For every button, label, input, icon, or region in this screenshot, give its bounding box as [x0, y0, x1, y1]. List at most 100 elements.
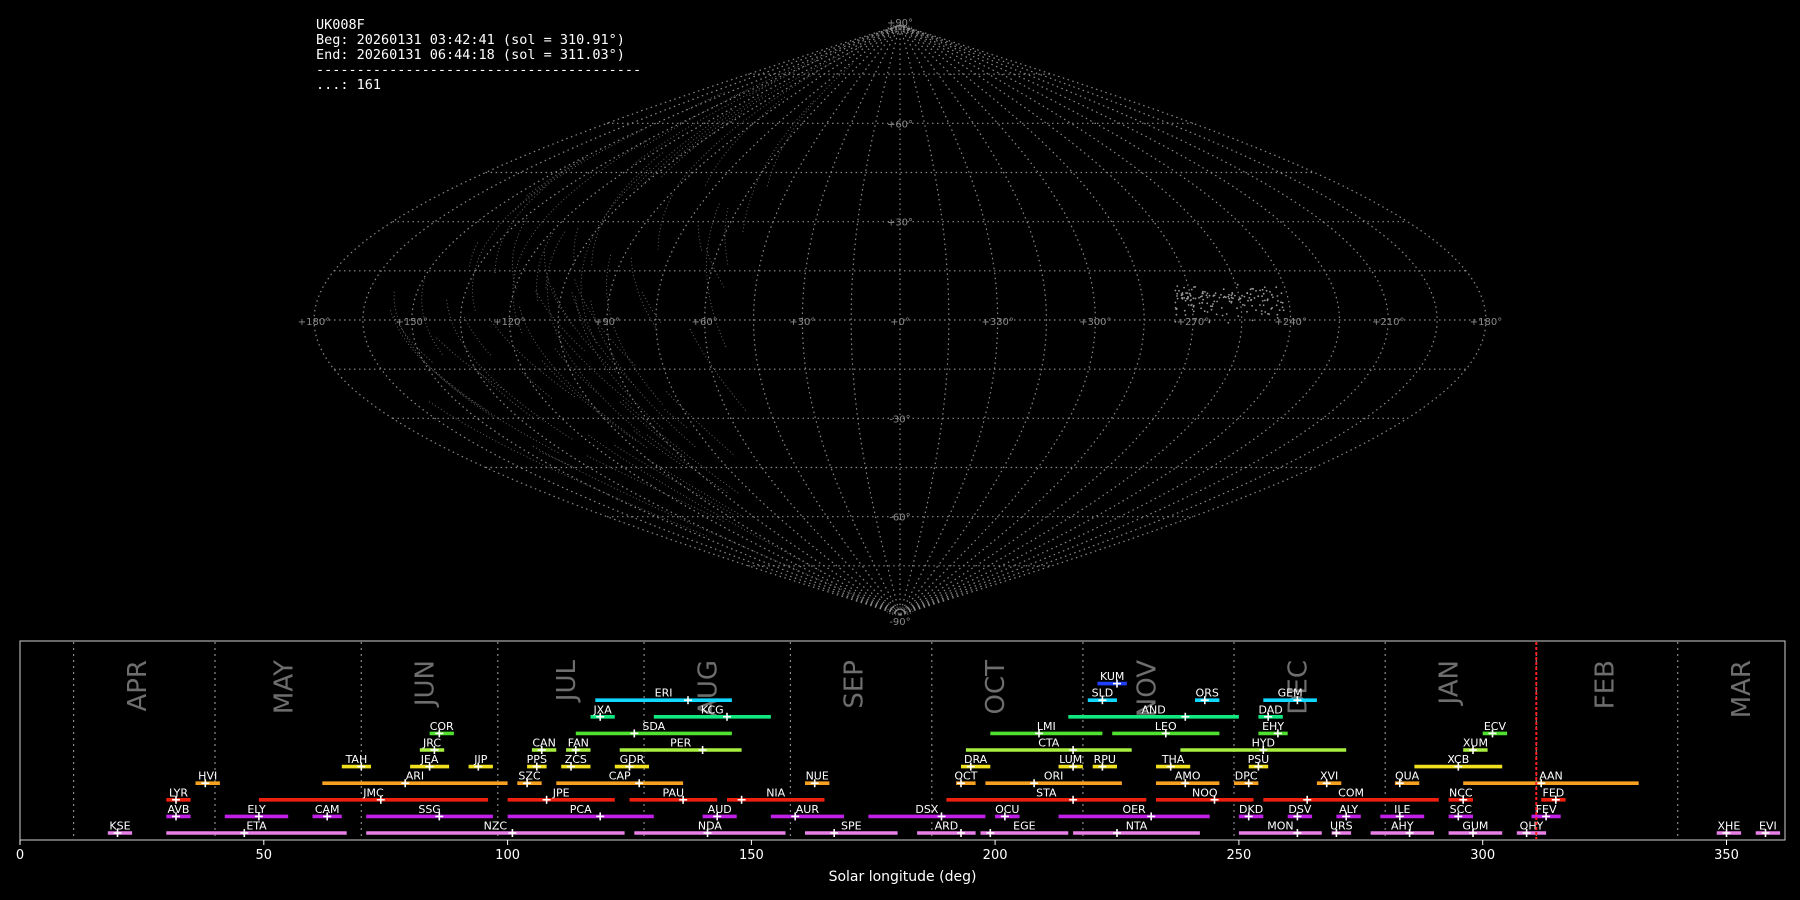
meteor-trace	[536, 232, 554, 303]
meteor-point	[1185, 292, 1187, 294]
longitude-label: +330°	[981, 317, 1013, 328]
meteor-point	[1262, 292, 1265, 295]
meteor-point	[1222, 296, 1225, 299]
meteor-point	[1205, 294, 1208, 297]
meteor-point	[1272, 296, 1274, 299]
shower-code-label: NDA	[698, 820, 723, 833]
shower-qua: QUA	[1394, 770, 1420, 788]
shower-tha: THA	[1156, 753, 1191, 771]
meteor-point	[1183, 297, 1186, 299]
shower-aud: AUD	[702, 803, 737, 821]
shower-code-label: LEO	[1155, 720, 1177, 733]
meteor-point	[1184, 314, 1187, 316]
shower-code-label: XUM	[1463, 737, 1488, 750]
shower-dpc: DPC	[1234, 770, 1259, 788]
shower-code-label: AMO	[1175, 770, 1201, 783]
meteor-point	[1174, 289, 1177, 292]
meteor-point	[1228, 300, 1231, 303]
meteor-point	[1206, 302, 1209, 305]
latitude-label: +90°	[887, 18, 913, 29]
shower-code-label: AND	[1141, 703, 1165, 716]
shower-ely: ELY	[224, 803, 289, 821]
meteor-point	[1198, 296, 1200, 299]
shower-code-label: CTA	[1038, 737, 1060, 750]
meteor-trace	[657, 194, 673, 250]
shower-aly: ALY	[1336, 803, 1361, 821]
meteor-point	[1281, 306, 1284, 309]
month-label: FEB	[1591, 660, 1621, 709]
longitude-label: +90°	[594, 317, 620, 328]
longitude-label: +120°	[493, 317, 525, 328]
shower-code-label: ORS	[1196, 687, 1219, 700]
shower-code-label: NIA	[766, 786, 785, 799]
meteor-trace	[554, 348, 598, 394]
meteor-point	[1277, 300, 1279, 302]
shower-gem: GEM	[1263, 687, 1317, 705]
meteor-point	[1278, 309, 1281, 311]
shower-code-label: XCB	[1447, 753, 1469, 766]
meteor-point	[1275, 304, 1278, 307]
meteor-trace	[471, 158, 585, 314]
shower-ecv: ECV	[1482, 720, 1508, 738]
meteor-trace	[519, 306, 648, 449]
x-axis: 0 50 100 150 200 250 300 350	[16, 840, 1739, 863]
shower-code-label: HVI	[198, 770, 217, 783]
meteor-point	[1216, 300, 1218, 303]
shower-noo: NOO	[1156, 786, 1254, 804]
meteor-trace	[632, 80, 776, 166]
meteor-point	[1211, 305, 1214, 308]
meteor-point	[1192, 305, 1195, 308]
meteor-point	[1266, 298, 1269, 301]
shower-code-label: NUE	[806, 770, 829, 783]
meteor-point	[1192, 310, 1195, 313]
shower-code-label: JIP	[473, 753, 487, 766]
shower-code-label: PCA	[570, 803, 592, 816]
meteor-point	[1230, 300, 1233, 303]
x-tick-label: 100	[495, 848, 520, 863]
meteor-point	[1183, 309, 1186, 312]
shower-gum: GUM	[1448, 820, 1503, 837]
month-label: JAN	[1435, 660, 1465, 706]
shower-code-label: STA	[1036, 786, 1057, 799]
shower-code-label: JEA	[420, 753, 439, 766]
meteor-point	[1213, 300, 1216, 303]
meteor-point	[1218, 296, 1221, 299]
meteor-point	[1241, 294, 1243, 297]
meteor-point	[1202, 292, 1204, 295]
shower-code-label: DKD	[1239, 803, 1263, 816]
meteor-point	[1270, 308, 1273, 310]
shower-can: CAN	[531, 737, 557, 754]
shower-evi: EVI	[1755, 820, 1781, 837]
shower-code-label: DRA	[964, 753, 988, 766]
meteor-trace	[463, 316, 492, 357]
meteor-trace	[539, 451, 578, 470]
shower-dkd: DKD	[1238, 803, 1264, 821]
meteor-trace	[552, 287, 616, 373]
meteor-point	[1281, 301, 1284, 304]
shower-ocu: OCU	[995, 803, 1020, 821]
meteor-point	[1248, 296, 1251, 299]
meteor-point	[1259, 304, 1261, 306]
shower-code-label: ARD	[935, 820, 959, 833]
meteor-point	[1212, 295, 1215, 297]
shower-code-label: URS	[1330, 820, 1353, 833]
shower-code-label: EVI	[1759, 820, 1777, 833]
shower-code-label: ZCS	[565, 753, 587, 766]
x-tick-label: 300	[1470, 848, 1495, 863]
shower-code-label: AVB	[168, 803, 190, 816]
meteor-point	[1263, 286, 1266, 289]
shower-xvi: XVI	[1316, 770, 1342, 788]
meteor-trace	[633, 109, 733, 190]
shower-pps: PPS	[527, 753, 547, 771]
meteor-trace	[544, 251, 575, 328]
meteor-point	[1243, 304, 1246, 307]
shower-code-label: OHY	[1520, 820, 1544, 833]
meteor-trace	[689, 328, 748, 413]
meteor-point	[1206, 311, 1209, 313]
shower-code-label: AUR	[796, 803, 820, 816]
shower-code-label: XVI	[1320, 770, 1338, 783]
month-label: MAY	[269, 660, 299, 714]
shower-code-label: DSX	[915, 803, 938, 816]
meteor-point	[1178, 289, 1180, 292]
meteor-point	[1176, 292, 1179, 295]
